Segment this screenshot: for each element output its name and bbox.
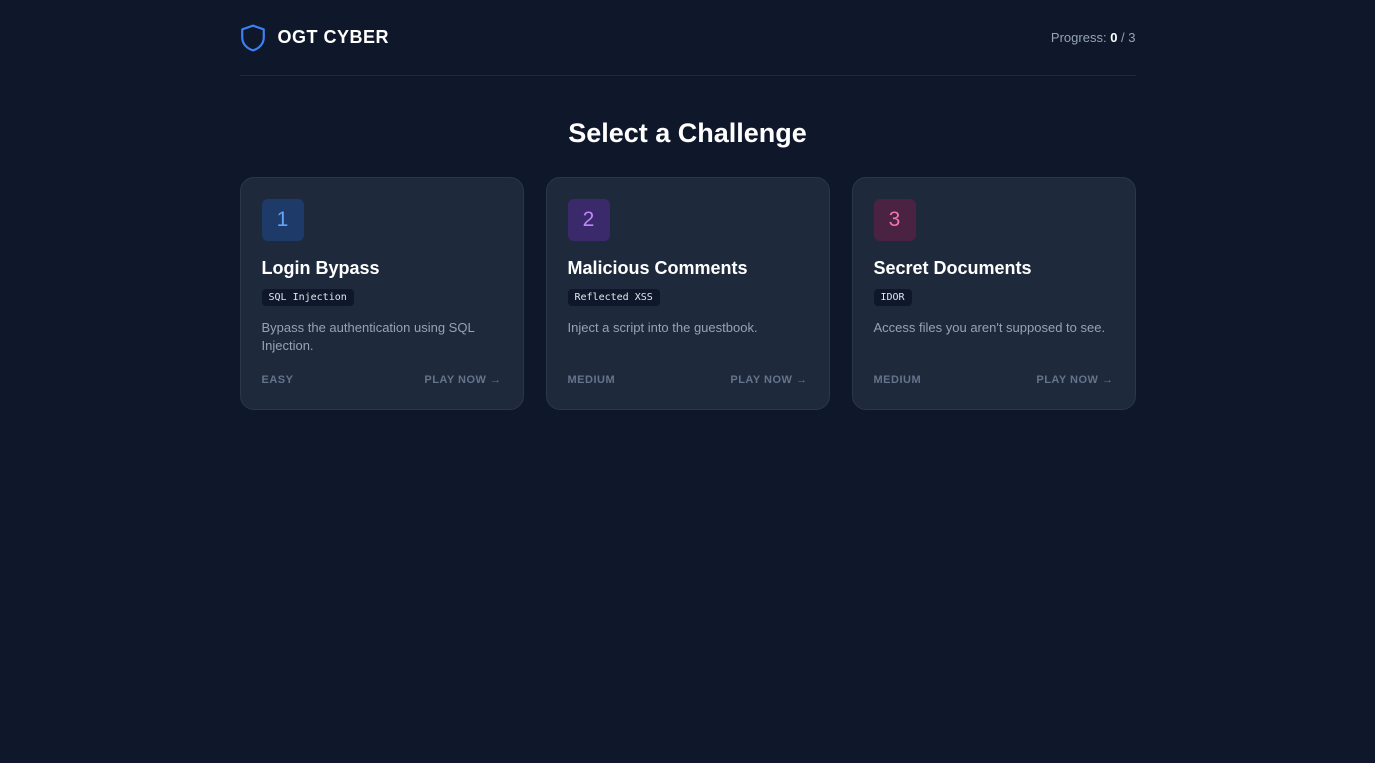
challenge-tag: IDOR xyxy=(873,289,912,306)
challenge-card-2[interactable]: 2 Malicious Comments Reflected XSS Injec… xyxy=(545,177,830,410)
challenge-card-1[interactable]: 1 Login Bypass SQL Injection Bypass the … xyxy=(239,177,524,410)
challenge-difficulty: MEDIUM xyxy=(567,374,616,386)
challenge-footer: MEDIUM PLAY NOW → xyxy=(568,374,808,386)
challenge-tag: Reflected XSS xyxy=(567,289,660,306)
challenge-number: 3 xyxy=(888,208,901,231)
challenge-number-badge: 2 xyxy=(567,199,610,241)
progress-label: Progress: xyxy=(1050,30,1107,45)
brand-name: OGT CYBER xyxy=(277,27,390,47)
challenge-footer: EASY PLAY NOW → xyxy=(262,374,502,386)
challenge-title: Malicious Comments xyxy=(567,258,748,278)
challenge-description: Inject a script into the guestbook. xyxy=(567,320,758,335)
challenge-footer: MEDIUM PLAY NOW → xyxy=(874,374,1114,386)
challenge-difficulty: MEDIUM xyxy=(873,374,922,386)
challenge-difficulty: EASY xyxy=(261,374,294,386)
challenge-number: 1 xyxy=(276,208,289,231)
progress-total: 3 xyxy=(1128,30,1136,45)
play-now-link[interactable]: PLAY NOW → xyxy=(1036,374,1113,386)
play-now-link[interactable]: PLAY NOW → xyxy=(424,374,501,386)
page-title: Select a Challenge xyxy=(568,118,807,148)
challenge-grid: 1 Login Bypass SQL Injection Bypass the … xyxy=(239,177,1136,410)
challenge-card-3[interactable]: 3 Secret Documents IDOR Access files you… xyxy=(851,177,1136,410)
challenge-description: Access files you aren't supposed to see. xyxy=(873,320,1106,335)
play-now-link[interactable]: PLAY NOW → xyxy=(730,374,807,386)
challenge-number: 2 xyxy=(582,208,595,231)
challenge-title: Secret Documents xyxy=(873,258,1032,278)
challenge-description: Bypass the authentication using SQL Inje… xyxy=(261,320,475,353)
challenge-title: Login Bypass xyxy=(261,258,380,278)
top-bar: OGT CYBER Progress: 0 / 3 xyxy=(239,0,1136,76)
shield-icon xyxy=(240,24,266,52)
brand[interactable]: OGT CYBER xyxy=(240,24,390,52)
challenge-number-badge: 3 xyxy=(873,199,916,241)
progress-indicator: Progress: 0 / 3 xyxy=(1051,30,1136,45)
page-container: OGT CYBER Progress: 0 / 3 Select a Chall… xyxy=(239,0,1136,410)
challenge-tag: SQL Injection xyxy=(261,289,354,306)
challenge-number-badge: 1 xyxy=(261,199,304,241)
progress-separator: / xyxy=(1117,30,1129,45)
